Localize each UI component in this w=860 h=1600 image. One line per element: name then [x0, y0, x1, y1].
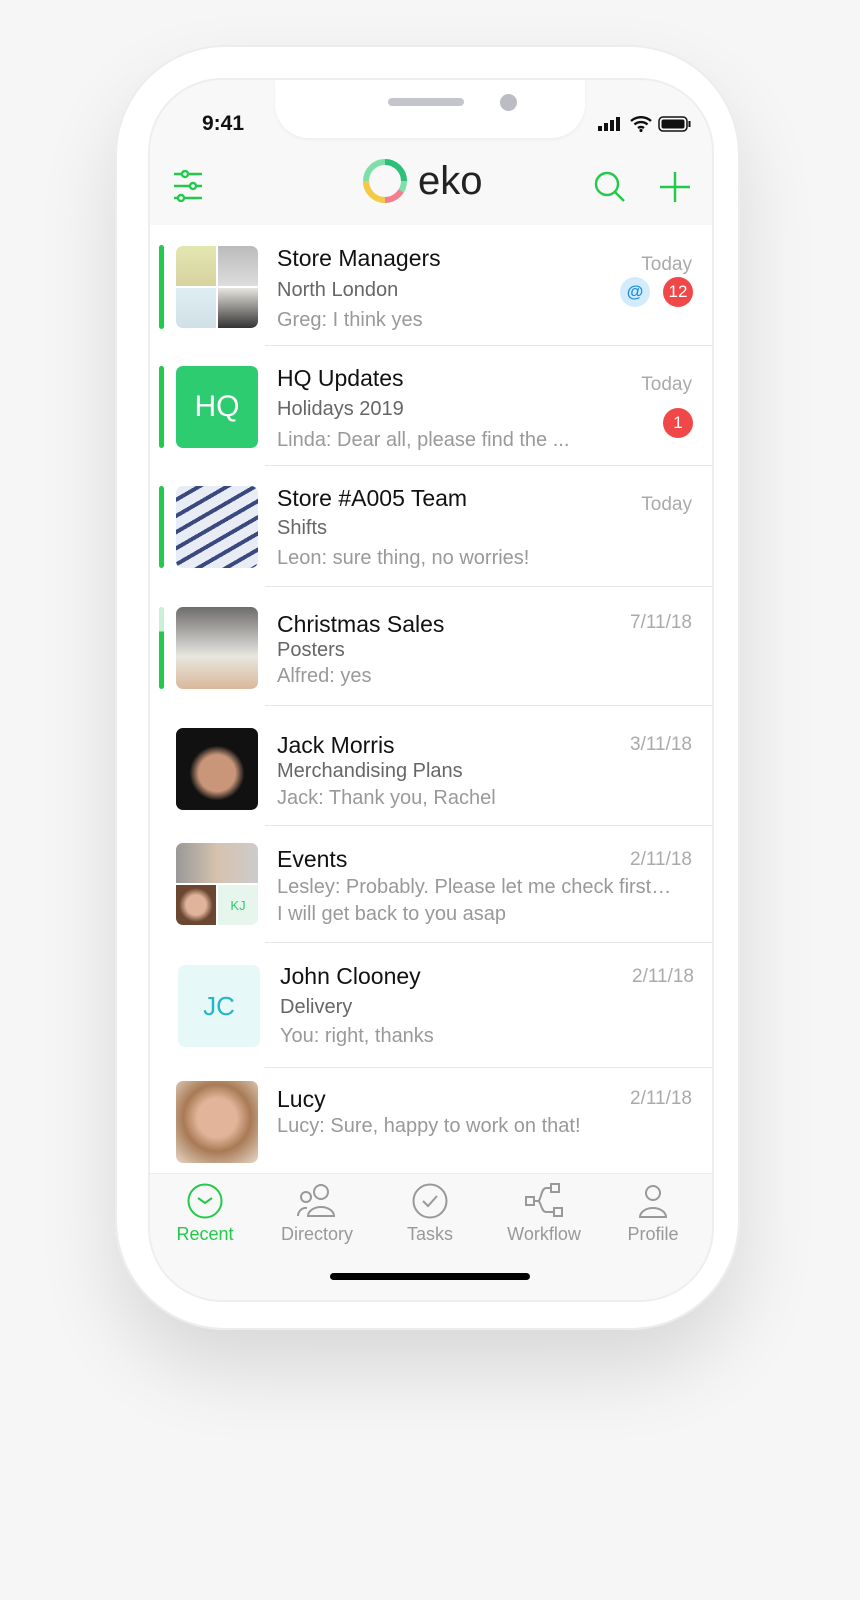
clock-icon: [187, 1183, 223, 1219]
status-time: 9:41: [202, 112, 245, 135]
chat-subtitle: Delivery: [280, 996, 353, 1018]
unread-badge: 1: [663, 408, 693, 438]
workflow-icon: [525, 1183, 563, 1217]
chat-date: Today: [641, 254, 692, 275]
chat-row[interactable]: Lucy Lucy: Sure, happy to work on that! …: [150, 1068, 712, 1173]
chat-title: Events: [277, 846, 348, 872]
chat-date: 2/11/18: [632, 966, 694, 987]
avatar: HQ: [176, 366, 258, 448]
chat-date: Today: [641, 374, 692, 395]
tab-label: Workflow: [507, 1224, 581, 1244]
eko-logo: eko: [362, 158, 483, 204]
wifi-icon: [630, 116, 652, 132]
chat-row[interactable]: Store Managers North London Greg: I thin…: [150, 225, 712, 346]
avatar: [176, 486, 258, 568]
group-avatar: [176, 246, 258, 328]
check-circle-icon: [412, 1183, 448, 1219]
search-icon[interactable]: [593, 170, 627, 204]
chat-subtitle: Holidays 2019: [277, 398, 404, 420]
unread-indicator: [159, 366, 164, 448]
tab-directory[interactable]: Directory: [262, 1182, 372, 1245]
chat-subtitle: North London: [277, 279, 399, 301]
notch: [275, 80, 585, 138]
signal-icon: [598, 117, 620, 131]
tab-label: Recent: [176, 1224, 234, 1244]
chat-preview: You: right, thanks: [280, 1025, 434, 1047]
chat-subtitle: Lesley: Probably. Please let me check fi…: [277, 876, 672, 898]
unread-indicator: [159, 245, 164, 329]
chat-date: 3/11/18: [630, 734, 692, 755]
tab-label: Directory: [280, 1224, 353, 1244]
app-header: eko: [150, 140, 712, 222]
status-icons: [598, 116, 692, 132]
chat-preview: I will get back to you asap: [277, 903, 507, 925]
chat-title: Store #A005 Team: [277, 485, 468, 511]
chat-row[interactable]: Jack Morris Merchandising Plans Jack: Th…: [150, 706, 712, 826]
chat-date: Today: [641, 494, 692, 515]
chat-preview: Jack: Thank you, Rachel: [277, 787, 496, 809]
tab-workflow[interactable]: Workflow: [489, 1182, 599, 1245]
unread-badge: 12: [663, 277, 693, 307]
sliders-icon[interactable]: [172, 170, 206, 202]
chat-date: 7/11/18: [630, 612, 692, 633]
chat-date: 2/11/18: [630, 849, 692, 870]
chat-list: Store Managers North London Greg: I thin…: [150, 225, 712, 1173]
chat-subtitle: Shifts: [277, 517, 328, 539]
chat-subtitle: Merchandising Plans: [277, 760, 463, 782]
chat-title: Jack Morris: [277, 732, 395, 758]
avatar: [176, 728, 258, 810]
chat-title: Christmas Sales: [277, 611, 445, 637]
tab-recent[interactable]: Recent: [150, 1182, 260, 1245]
initials-avatar: KJ: [218, 885, 258, 925]
avatar: [176, 607, 258, 689]
avatar: [176, 1081, 258, 1163]
tab-bar: Recent Directory Tasks Workflow Profile: [150, 1173, 712, 1300]
chat-row[interactable]: JC John Clooney Delivery You: right, tha…: [150, 943, 712, 1068]
chat-row[interactable]: Christmas Sales Posters Alfred: yes 7/11…: [150, 587, 712, 706]
chat-row[interactable]: Store #A005 Team Shifts Leon: sure thing…: [150, 466, 712, 587]
person-icon: [638, 1185, 668, 1218]
battery-icon: [658, 116, 691, 132]
logo-text: eko: [418, 158, 483, 203]
tab-tasks[interactable]: Tasks: [375, 1182, 485, 1245]
chat-preview: Greg: I think yes: [277, 309, 423, 331]
chat-date: 2/11/18: [630, 1088, 692, 1109]
chat-subtitle: Lucy: Sure, happy to work on that!: [277, 1115, 581, 1137]
tab-label: Tasks: [406, 1224, 453, 1244]
screen: 9:41 eko Store Managers North London Gre…: [150, 80, 712, 1300]
home-indicator[interactable]: [330, 1273, 530, 1280]
group-avatar: KJ: [176, 843, 258, 925]
speaker: [388, 98, 464, 106]
plus-icon[interactable]: [658, 170, 692, 204]
mention-badge: @: [620, 277, 650, 307]
chat-preview: Alfred: yes: [277, 665, 372, 687]
chat-title: Store Managers: [277, 245, 441, 271]
chat-row[interactable]: KJ Events Lesley: Probably. Please let m…: [150, 826, 712, 943]
avatar: JC: [178, 965, 260, 1047]
tab-profile[interactable]: Profile: [598, 1182, 708, 1245]
eko-ring-icon: [363, 159, 407, 203]
chat-title: Lucy: [277, 1086, 326, 1112]
unread-indicator: [159, 486, 164, 568]
chat-subtitle: Posters: [277, 639, 345, 661]
camera: [500, 94, 517, 111]
people-icon: [296, 1184, 336, 1217]
chat-row[interactable]: HQ HQ Updates Holidays 2019 Linda: Dear …: [150, 346, 712, 466]
tab-label: Profile: [627, 1224, 679, 1244]
chat-title: HQ Updates: [277, 365, 404, 391]
chat-preview: Leon: sure thing, no worries!: [277, 547, 530, 569]
chat-title: John Clooney: [280, 963, 421, 989]
chat-preview: Linda: Dear all, please find the ...: [277, 429, 570, 451]
unread-indicator: [159, 607, 164, 689]
